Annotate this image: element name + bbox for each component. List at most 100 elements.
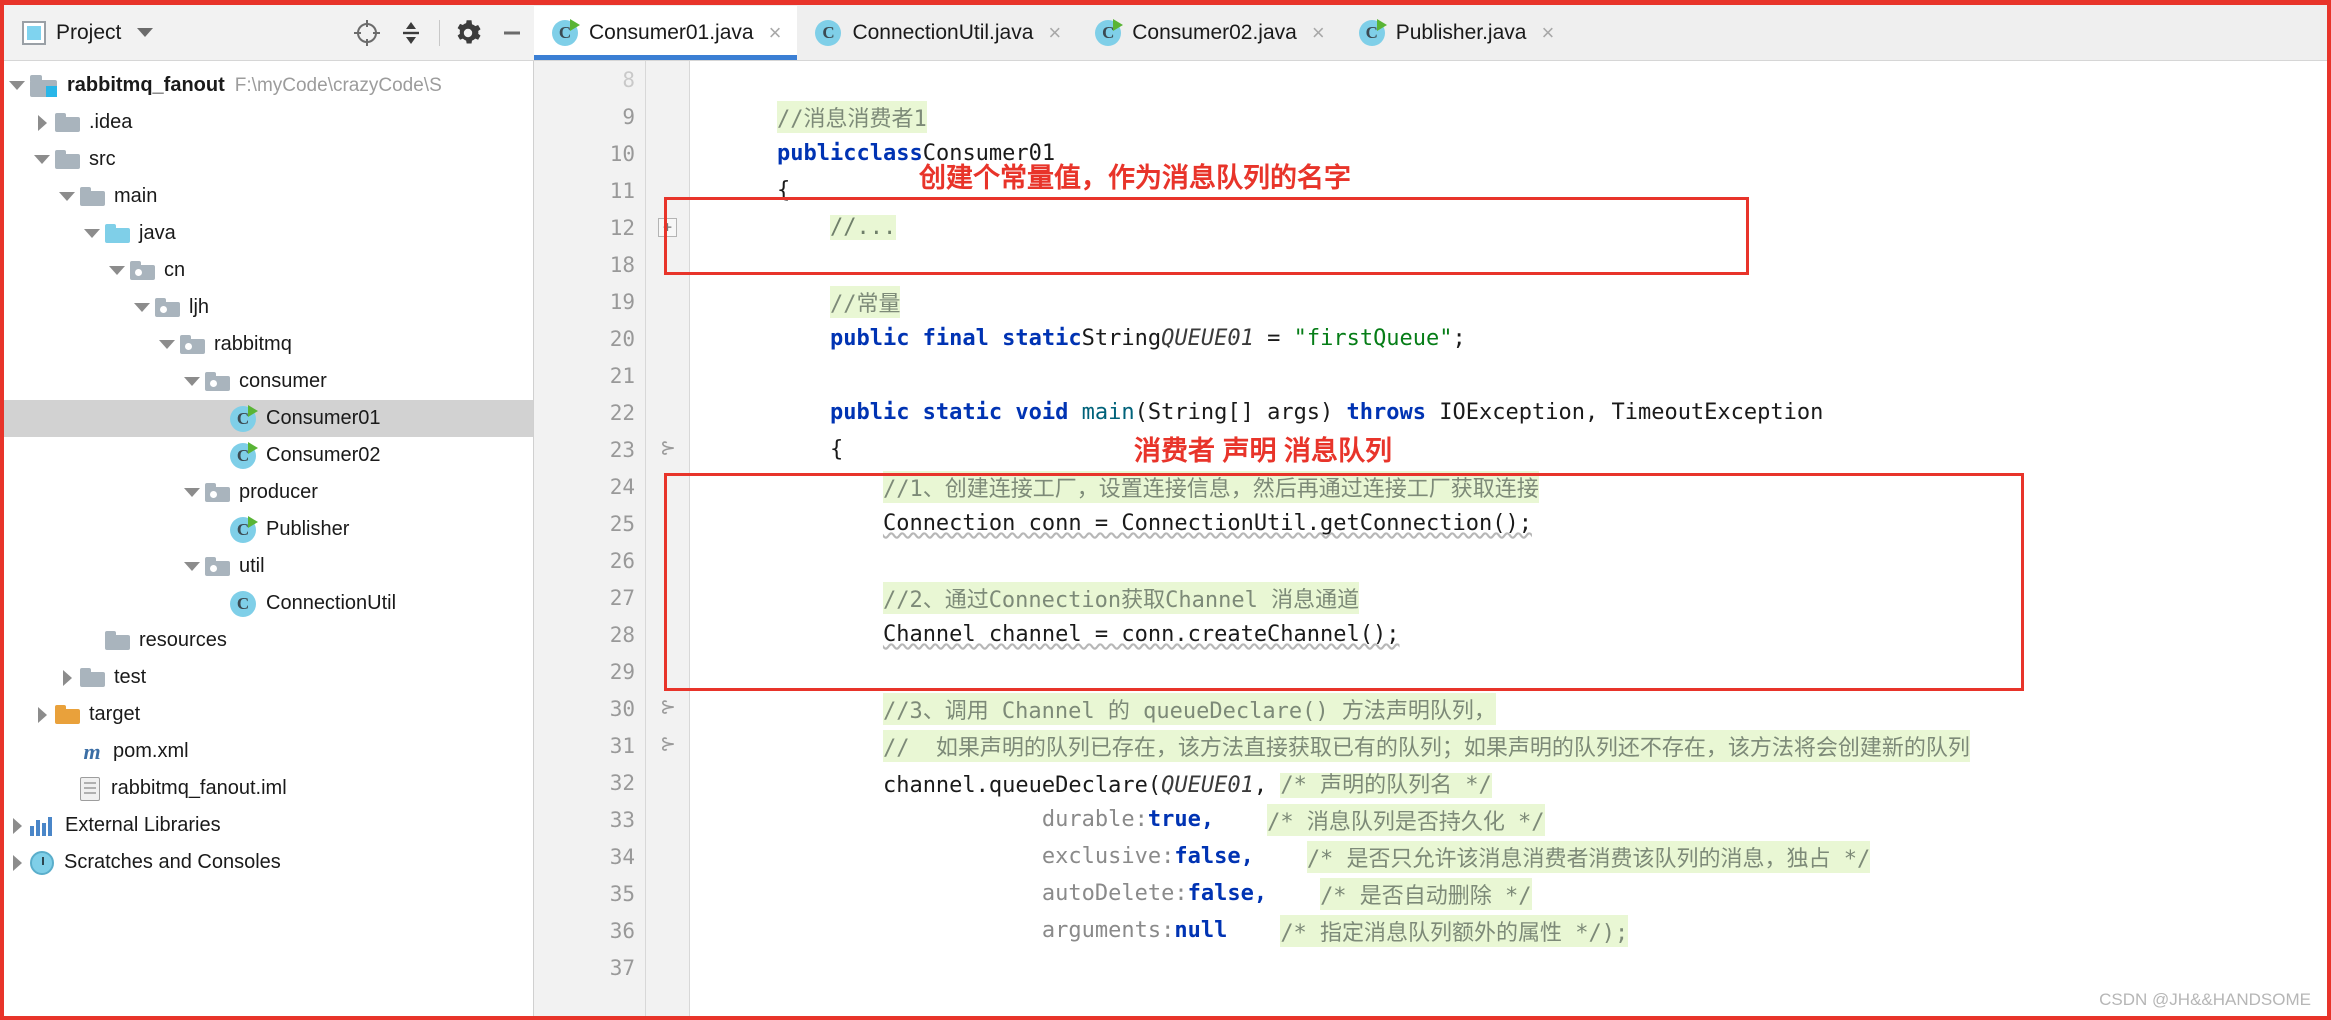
expand-arrow-icon[interactable] — [129, 303, 155, 312]
tree-item-pom-xml[interactable]: m pom.xml — [4, 733, 533, 770]
param-value: false, — [1174, 844, 1254, 869]
expand-arrow-icon[interactable] — [179, 562, 205, 571]
code-line[interactable] — [690, 357, 2327, 394]
code-line[interactable]: //2、通过Connection获取Channel 消息通道 — [690, 579, 2327, 616]
collapse-arrow-icon[interactable] — [29, 114, 55, 131]
close-icon[interactable]: × — [1312, 22, 1325, 44]
fold-region-marker[interactable]: ⊱ — [660, 733, 676, 755]
tree-item-rabbitmq[interactable]: rabbitmq — [4, 326, 533, 363]
code-line[interactable]: // 如果声明的队列已存在，该方法直接获取已有的队列；如果声明的队列还不存在，该… — [690, 727, 2327, 764]
tree-item-resources[interactable]: resources — [4, 622, 533, 659]
fold-expand-icon[interactable]: + — [658, 218, 677, 237]
fold-region-marker[interactable]: ⊱ — [660, 437, 676, 459]
expand-arrow-icon[interactable] — [104, 266, 130, 275]
expand-arrow-icon[interactable] — [79, 229, 105, 238]
editor-tab-connectionutil-java[interactable]: C ConnectionUtil.java × — [797, 6, 1078, 60]
project-tree[interactable]: rabbitmq_fanout F:\myCode\crazyCode\S .ide… — [4, 61, 534, 1016]
code-line[interactable]: //3、调用 Channel 的 queueDeclare() 方法声明队列， — [690, 690, 2327, 727]
collapse-arrow-icon[interactable] — [29, 706, 55, 723]
collapse-all-icon[interactable] — [389, 11, 433, 55]
java-class-runnable-icon: C — [230, 404, 258, 432]
expand-arrow-icon[interactable] — [179, 377, 205, 386]
locate-icon[interactable] — [345, 11, 389, 55]
collapse-arrow-icon[interactable] — [54, 669, 80, 686]
chevron-down-icon[interactable] — [137, 28, 154, 37]
code-line[interactable]: //常量 — [690, 283, 2327, 320]
param-hint-name: exclusive: — [1041, 844, 1175, 869]
close-icon[interactable]: × — [1541, 22, 1554, 44]
code-line[interactable]: public static void main(String[] args) t… — [690, 394, 2327, 431]
code-line[interactable]: { — [690, 431, 2327, 468]
code-line[interactable] — [690, 542, 2327, 579]
line-number-text: 22 — [609, 400, 635, 425]
tree-item-src[interactable]: src — [4, 141, 533, 178]
tree-item-producer[interactable]: producer — [4, 474, 533, 511]
code-line[interactable] — [690, 246, 2327, 283]
expand-arrow-icon[interactable] — [54, 192, 80, 201]
editor-tab-consumer01-java[interactable]: C Consumer01.java × — [534, 6, 798, 60]
expand-arrow-icon[interactable] — [154, 340, 180, 349]
code-line[interactable]: //1、创建连接工厂，设置连接信息，然后再通过连接工厂获取连接 — [690, 468, 2327, 505]
tree-item-label: main — [114, 185, 158, 207]
project-view-selector[interactable]: Project — [22, 20, 154, 45]
code-line[interactable]: //消息消费者1 — [690, 98, 2327, 135]
tree-item-rabbitmq_fanout-iml[interactable]: rabbitmq_fanout.iml — [4, 770, 533, 807]
code-folding-column[interactable]: + ⊱ ⊱ ⊱ — [646, 61, 690, 1016]
tree-item-consumer[interactable]: consumer — [4, 363, 533, 400]
expand-arrow-icon[interactable] — [4, 81, 30, 90]
fold-region-marker[interactable]: ⊱ — [660, 696, 676, 718]
tree-item-java[interactable]: java — [4, 215, 533, 252]
close-icon[interactable]: × — [769, 22, 782, 44]
code-line[interactable]: channel.queueDeclare(QUEUE01, /* 声明的队列名 … — [690, 764, 2327, 801]
tree-item-main[interactable]: main — [4, 178, 533, 215]
module-icon — [30, 74, 57, 97]
tree-item-publisher[interactable]: C Publisher — [4, 511, 533, 548]
line-number-text: 33 — [609, 807, 635, 832]
code-line[interactable]: Connection conn = ConnectionUtil.getConn… — [690, 505, 2327, 542]
editor-tab-consumer02-java[interactable]: C Consumer02.java × — [1077, 6, 1341, 60]
tree-item-connectionutil[interactable]: C ConnectionUtil — [4, 585, 533, 622]
tree-item-target[interactable]: target — [4, 696, 533, 733]
tree-item-ljh[interactable]: ljh — [4, 289, 533, 326]
expand-arrow-icon[interactable] — [179, 488, 205, 497]
tree-item-test[interactable]: test — [4, 659, 533, 696]
code-text: { — [776, 178, 791, 203]
collapse-arrow-icon[interactable] — [4, 817, 30, 834]
tree-item--idea[interactable]: .idea — [4, 104, 533, 141]
tree-item-util[interactable]: util — [4, 548, 533, 585]
semicolon: ; — [1452, 326, 1466, 351]
gear-icon[interactable] — [446, 11, 490, 55]
editor-tab-publisher-java[interactable]: C Publisher.java × — [1340, 6, 1571, 60]
tree-item-rabbitmq_fanout[interactable]: rabbitmq_fanout F:\myCode\crazyCode\S — [4, 67, 533, 104]
code-line[interactable] — [690, 61, 2327, 98]
code-comment: //常量 — [829, 285, 901, 318]
collapse-arrow-icon[interactable] — [4, 854, 30, 871]
code-text-area[interactable]: //消息消费者1 public class Consumer01 { //...… — [690, 61, 2327, 1016]
code-line[interactable]: autoDelete: false, /* 是否自动删除 */ — [690, 875, 2327, 912]
tree-item-external-libraries[interactable]: External Libraries — [4, 807, 533, 844]
code-line[interactable]: Channel channel = conn.createChannel(); — [690, 616, 2327, 653]
code-line[interactable] — [690, 653, 2327, 690]
code-line[interactable]: //... — [690, 209, 2327, 246]
line-number: 12 — [534, 209, 645, 246]
tree-item-label: resources — [139, 629, 227, 651]
package-folder-icon — [205, 483, 230, 502]
code-line[interactable] — [690, 949, 2327, 986]
code-line[interactable]: arguments: null /* 指定消息队列额外的属性 */); — [690, 912, 2327, 949]
code-editor[interactable]: 8 9 10 11 12 18 19 20 21 22 23 24 25 26 27 28 29 30 31 32 33… — [534, 61, 2327, 1016]
line-number-text: 34 — [609, 844, 635, 869]
code-line[interactable]: durable: true, /* 消息队列是否持久化 */ — [690, 801, 2327, 838]
tree-item-cn[interactable]: cn — [4, 252, 533, 289]
tree-item-consumer01[interactable]: C Consumer01 — [4, 400, 533, 437]
code-line[interactable]: public final static String QUEUE01 = "fi… — [690, 320, 2327, 357]
close-icon[interactable]: × — [1048, 22, 1061, 44]
line-number: 21 — [534, 357, 645, 394]
code-comment: //2、通过Connection获取Channel 消息通道 — [882, 581, 1360, 614]
tree-item-consumer02[interactable]: C Consumer02 — [4, 437, 533, 474]
line-number: 24 — [534, 468, 645, 505]
code-line[interactable]: exclusive: false, /* 是否只允许该消息消费者消费该队列的消息… — [690, 838, 2327, 875]
line-number: 30 — [534, 690, 645, 727]
expand-arrow-icon[interactable] — [29, 155, 55, 164]
minimize-icon[interactable] — [490, 11, 534, 55]
tree-item-scratches-and-consoles[interactable]: Scratches and Consoles — [4, 844, 533, 881]
